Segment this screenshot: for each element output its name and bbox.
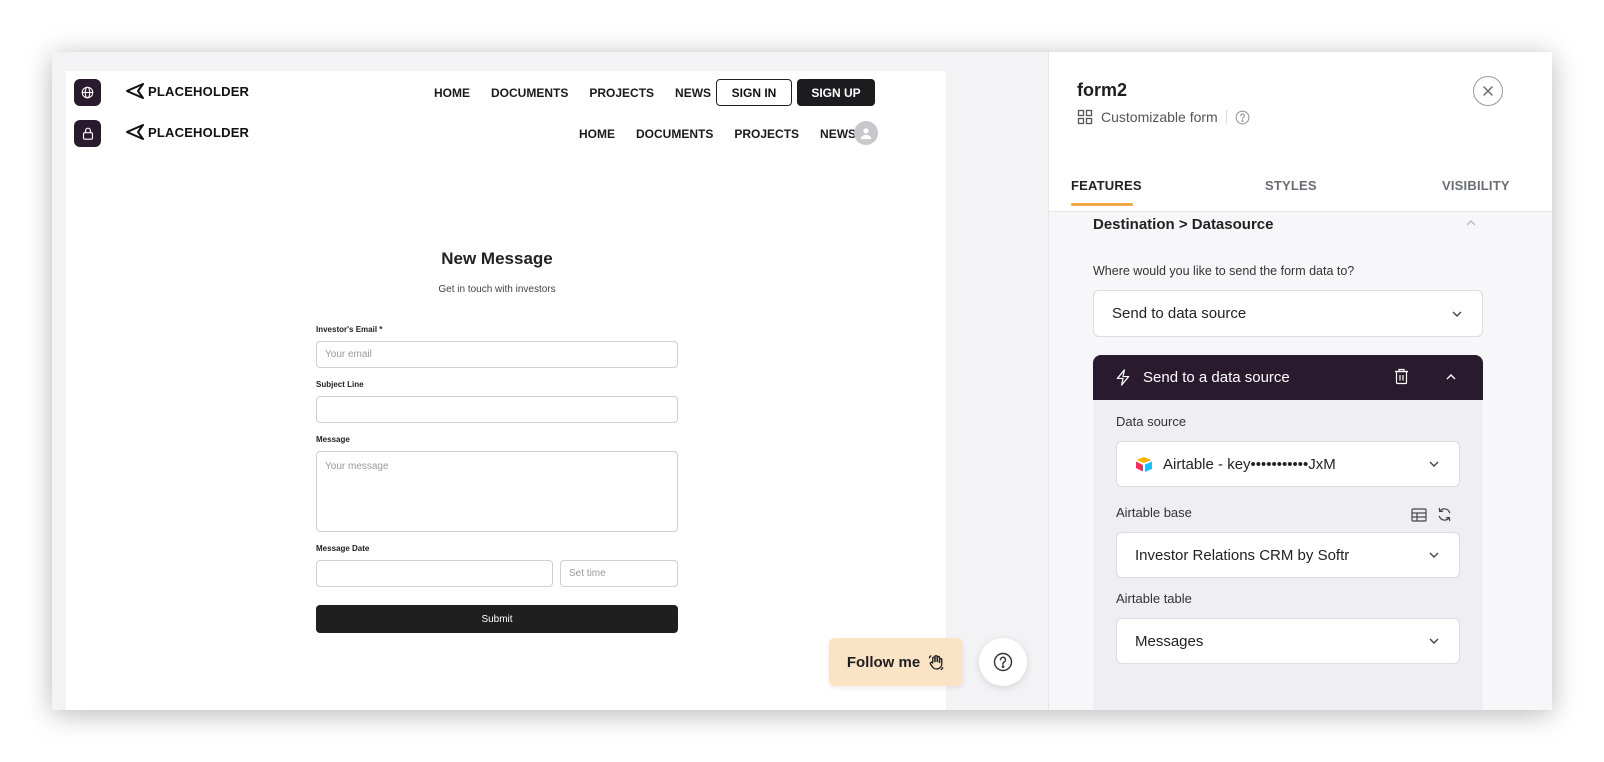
close-panel-button[interactable] [1473,76,1503,106]
submit-button[interactable]: Submit [316,605,678,633]
tab-styles[interactable]: STYLES [1265,178,1317,193]
form-title: New Message [441,249,553,268]
airtable-base-select[interactable]: Investor Relations CRM by Softr [1116,532,1460,578]
chevron-down-icon [1429,461,1439,467]
time-field[interactable] [560,560,678,587]
user-avatar[interactable] [854,121,878,145]
airtable-icon [1136,457,1152,472]
data-source-value: Airtable - key•••••••••••JxM [1163,455,1336,473]
lock-badge[interactable] [74,120,101,147]
subject-label: Subject Line [316,380,364,389]
header-public[interactable]: PLACEHOLDER HOME DOCUMENTS PROJECTS NEWS… [66,79,946,107]
date-field[interactable] [316,560,553,587]
nav-link-projects[interactable]: PROJECTS [589,86,654,100]
airtable-table-label: Airtable table [1116,591,1192,606]
block-type: Customizable form [1077,109,1250,125]
lock-icon [82,127,93,140]
email-label: Investor's Email * [316,325,383,334]
help-icon [1235,110,1250,124]
chevron-down-icon [1429,638,1439,644]
nav-link-home[interactable]: HOME [434,86,470,100]
logo[interactable]: PLACEHOLDER [126,124,249,140]
data-source-label: Data source [1116,414,1187,429]
nav-links: HOME DOCUMENTS PROJECTS NEWS [434,79,711,107]
data-source-selected: Airtable - key•••••••••••JxM [1135,456,1336,473]
airtable-base-label: Airtable base [1116,505,1192,520]
airtable-table-select[interactable]: Messages [1116,618,1460,664]
features-content[interactable]: Destination > Datasource Where would you… [1049,212,1552,710]
grid-icon [1077,109,1093,125]
email-field[interactable] [316,341,678,368]
base-actions [1411,507,1452,522]
settings-panel: form2 Customizable form FEATURES STYLES … [1048,52,1552,710]
section-title: Destination > Datasource [1093,216,1274,233]
date-label: Message Date [316,544,370,553]
card-header[interactable]: Send to a data source [1093,355,1483,400]
card-title: Send to a data source [1143,369,1290,386]
nav-link-documents[interactable]: DOCUMENTS [491,86,568,100]
block-type-label: Customizable form [1101,109,1218,125]
globe-icon [81,86,94,99]
waving-hand-icon [928,654,944,670]
destination-value: Send to data source [1112,305,1247,322]
panel-tabs: FEATURES STYLES VISIBILITY [1049,162,1552,212]
logo-text: PLACEHOLDER [148,124,250,140]
header-logged-in[interactable]: PLACEHOLDER HOME DOCUMENTS PROJECTS NEWS [66,120,946,148]
message-field[interactable] [316,451,678,532]
follow-me-label: Follow me [846,653,921,671]
chevron-down-icon [1429,552,1439,558]
sign-up-button[interactable]: SIGN UP [797,79,875,106]
nav-link-news[interactable]: NEWS [675,86,711,100]
chevron-down-icon [1452,311,1462,317]
tab-visibility[interactable]: VISIBILITY [1442,178,1510,193]
table-icon[interactable] [1411,507,1427,522]
airtable-table-value: Messages [1135,632,1204,650]
refresh-icon[interactable] [1437,507,1452,522]
chevron-up-icon[interactable] [1444,370,1458,384]
chevron-up-icon[interactable] [1464,216,1478,230]
block-title: form2 [1077,80,1128,100]
logo-arrow-icon [126,124,144,140]
logo[interactable]: PLACEHOLDER [126,83,249,99]
close-icon [1483,86,1493,96]
globe-badge[interactable] [74,79,101,106]
data-source-card: Send to a data source Data source Airtab… [1093,355,1483,710]
follow-me-button[interactable]: Follow me [829,638,963,686]
active-tab-indicator [1071,203,1133,206]
trash-icon[interactable] [1394,368,1409,385]
tab-features[interactable]: FEATURES [1071,178,1142,193]
help-button[interactable] [979,638,1027,686]
nav-links: HOME DOCUMENTS PROJECTS NEWS [579,120,856,148]
divider [1225,110,1227,124]
nav-link-home[interactable]: HOME [579,127,615,141]
question-icon [993,652,1013,672]
app-window: PLACEHOLDER HOME DOCUMENTS PROJECTS NEWS… [52,52,1552,710]
logo-text: PLACEHOLDER [148,83,250,99]
user-icon [860,128,872,140]
sign-in-button[interactable]: SIGN IN [716,79,792,106]
message-label: Message [316,435,350,444]
nav-link-documents[interactable]: DOCUMENTS [636,127,713,141]
destination-select[interactable]: Send to data source [1093,290,1483,337]
logo-arrow-icon [126,83,144,99]
form-subtitle: Get in touch with investors [438,284,556,295]
nav-link-projects[interactable]: PROJECTS [734,127,799,141]
page-canvas: PLACEHOLDER HOME DOCUMENTS PROJECTS NEWS… [66,71,946,710]
lightning-icon [1116,369,1130,386]
destination-question: Where would you like to send the form da… [1093,264,1355,278]
nav-link-news[interactable]: NEWS [820,127,856,141]
airtable-base-value: Investor Relations CRM by Softr [1135,546,1350,564]
subject-field[interactable] [316,396,678,423]
data-source-select[interactable]: Airtable - key•••••••••••JxM [1116,441,1460,487]
